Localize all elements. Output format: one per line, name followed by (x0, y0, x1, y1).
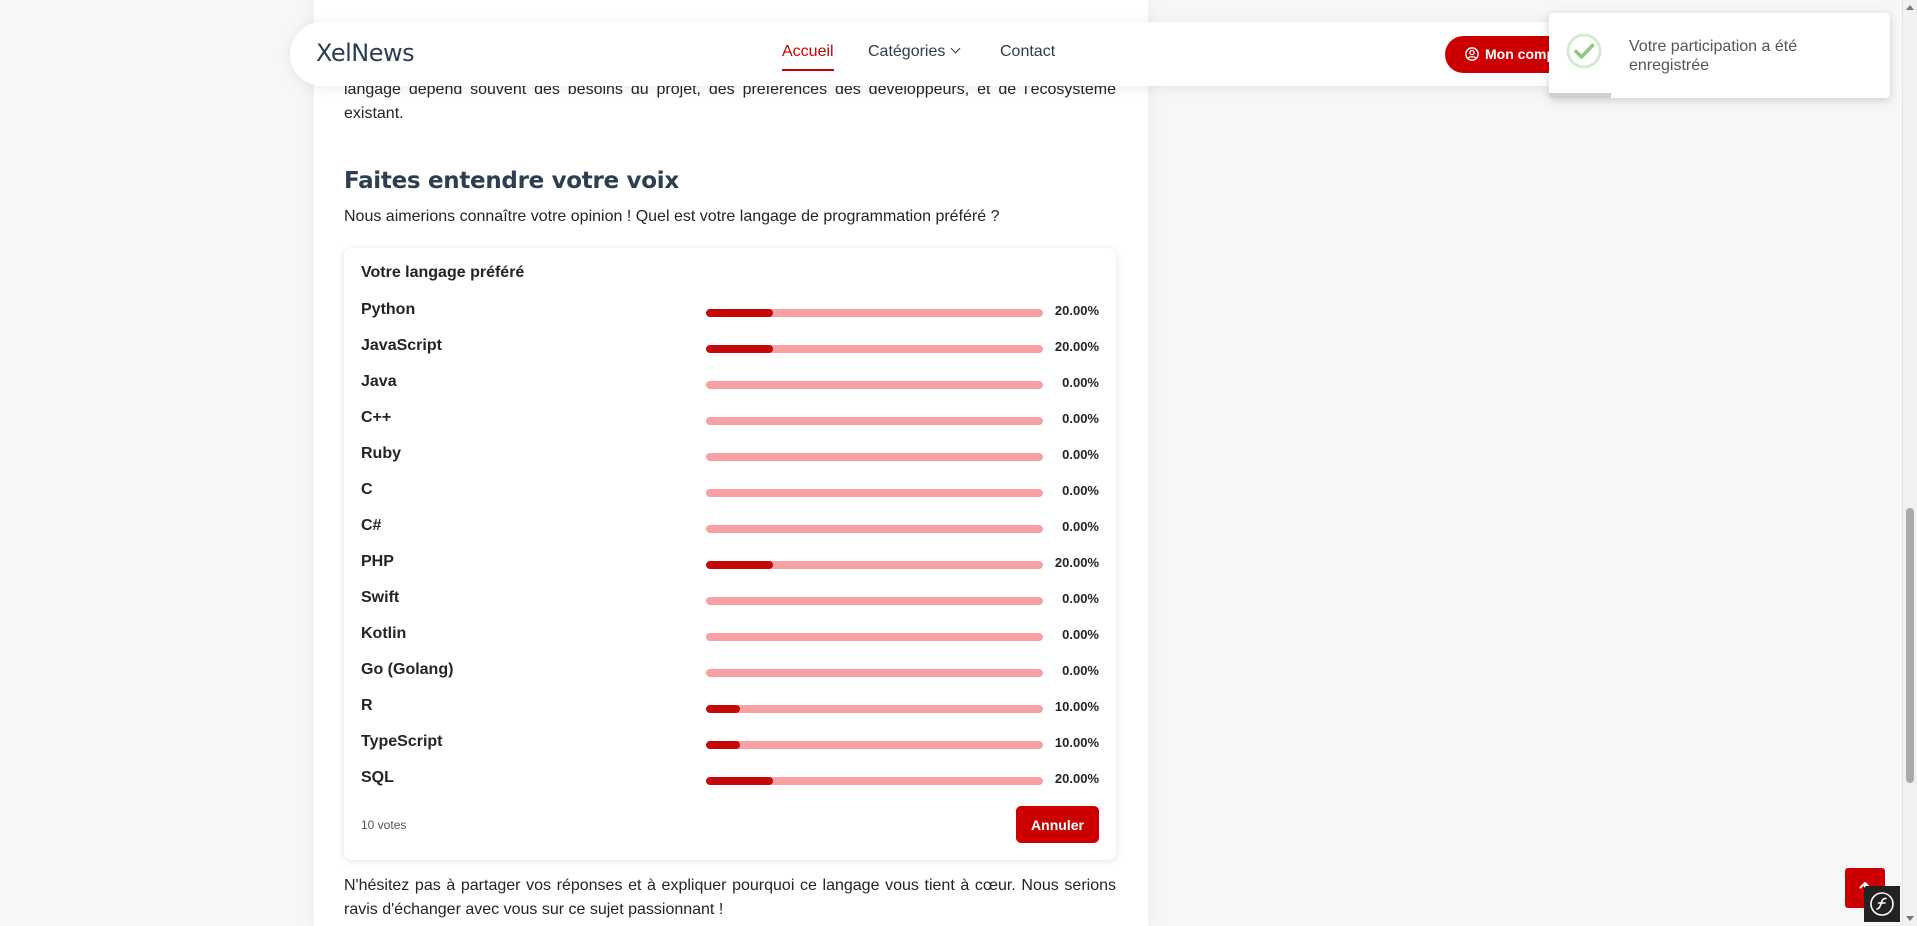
poll-option-label: Java (361, 373, 397, 390)
poll-option-row: JavaScript 20.00% (344, 330, 1116, 366)
poll-progress-track (706, 777, 1043, 785)
poll-option-row: SQL 20.00% (344, 762, 1116, 798)
poll-option-percent: 0.00% (1062, 591, 1099, 606)
user-circle-icon (1465, 47, 1479, 61)
poll-progress-track (706, 309, 1043, 317)
scroll-up-arrow-icon[interactable] (1906, 5, 1914, 10)
check-circle-icon (1566, 33, 1602, 69)
poll-option-label: Kotlin (361, 625, 407, 642)
poll-option-row: C 0.00% (344, 474, 1116, 510)
poll-option-percent: 10.00% (1054, 699, 1099, 714)
article-paragraph-bottom: N'hésitez pas à partager vos réponses et… (344, 877, 1116, 918)
poll-option-percent: 20.00% (1054, 555, 1099, 570)
nav-link-contact[interactable]: Contact (1000, 43, 1055, 61)
poll-option-label: SQL (361, 769, 394, 786)
poll-option-label: C# (361, 517, 382, 534)
poll-option-row: Java 0.00% (344, 366, 1116, 402)
poll-card: Votre langage préféré Python 20.00% JavaSc… (344, 248, 1116, 860)
poll-progress-track (706, 489, 1043, 497)
symfony-icon (1870, 892, 1894, 916)
poll-option-row: PHP 20.00% (344, 546, 1116, 582)
viewport: langage dépend souvent des besoins du pr… (0, 0, 1917, 926)
poll-option-row: Kotlin 0.00% (344, 618, 1116, 654)
poll-option-label: Python (361, 301, 416, 318)
poll-option-label: C++ (361, 409, 392, 426)
poll-option-label: R (361, 697, 373, 714)
poll-progress-track (706, 525, 1043, 533)
poll-option-percent: 10.00% (1054, 735, 1099, 750)
poll-progress-fill (706, 705, 740, 713)
section-heading: Faites entendre votre voix (344, 168, 679, 194)
chevron-down-icon (950, 43, 961, 54)
poll-option-percent: 0.00% (1062, 663, 1099, 678)
poll-option-label: JavaScript (361, 337, 442, 354)
poll-title: Votre langage préféré (361, 264, 525, 281)
poll-option-row: C++ 0.00% (344, 402, 1116, 438)
poll-progress-track (706, 597, 1043, 605)
poll-progress-track (706, 741, 1043, 749)
poll-option-row: Ruby 0.00% (344, 438, 1116, 474)
poll-progress-track (706, 561, 1043, 569)
poll-option-percent: 20.00% (1054, 771, 1099, 786)
poll-progress-fill (706, 561, 774, 569)
section-intro: Nous aimerions connaître votre opinion !… (344, 208, 1000, 225)
poll-option-percent: 0.00% (1062, 483, 1099, 498)
poll-vote-count: 10 votes (361, 818, 407, 832)
poll-progress-track (706, 345, 1043, 353)
poll-option-row: TypeScript 10.00% (344, 726, 1116, 762)
poll-option-percent: 0.00% (1062, 411, 1099, 426)
poll-progress-track (706, 417, 1043, 425)
poll-progress-fill (706, 345, 774, 353)
brand-logo[interactable]: XelNews (316, 39, 415, 67)
cancel-vote-button[interactable]: Annuler (1016, 806, 1099, 843)
success-toast[interactable]: Votre participation a été enregistrée (1549, 13, 1890, 98)
poll-progress-fill (706, 309, 774, 317)
scroll-down-arrow-icon[interactable] (1906, 916, 1914, 921)
navbar: XelNews Accueil Catégories Contact Mon c… (290, 22, 1635, 86)
poll-option-percent: 0.00% (1062, 447, 1099, 462)
poll-option-label: Go (Golang) (361, 661, 454, 678)
toast-message: Votre participation a été enregistrée (1629, 38, 1798, 74)
poll-option-label: Ruby (361, 445, 401, 462)
poll-option-label: Swift (361, 589, 400, 606)
poll-progress-track (706, 705, 1043, 713)
poll-progress-track (706, 633, 1043, 641)
poll-option-row: C# 0.00% (344, 510, 1116, 546)
article-card: langage dépend souvent des besoins du pr… (314, 0, 1148, 926)
scrollbar-thumb[interactable] (1906, 508, 1914, 783)
poll-option-label: PHP (361, 553, 394, 570)
poll-option-percent: 20.00% (1054, 303, 1099, 318)
toast-progress-bar (1549, 93, 1611, 98)
nav-link-label: Accueil (782, 43, 834, 60)
poll-progress-track (706, 669, 1043, 677)
poll-option-percent: 20.00% (1054, 339, 1099, 354)
poll-progress-track (706, 453, 1043, 461)
poll-option-row: Swift 0.00% (344, 582, 1116, 618)
poll-option-row: R 10.00% (344, 690, 1116, 726)
poll-option-percent: 0.00% (1062, 519, 1099, 534)
poll-option-percent: 0.00% (1062, 627, 1099, 642)
nav-link-label: Contact (1000, 43, 1056, 60)
poll-option-row: Go (Golang) 0.00% (344, 654, 1116, 690)
active-underline (782, 69, 834, 71)
poll-progress-fill (706, 777, 774, 785)
nav-link-categories[interactable]: Catégories (868, 43, 961, 61)
poll-option-row: Python 20.00% (344, 294, 1116, 330)
poll-option-label: TypeScript (361, 733, 443, 750)
nav-link-label: Catégories (868, 43, 946, 60)
poll-progress-track (706, 381, 1043, 389)
debug-toolbar-toggle[interactable] (1864, 886, 1900, 922)
poll-progress-fill (706, 741, 740, 749)
page-scrollbar[interactable] (1902, 0, 1917, 926)
poll-option-label: C (361, 481, 373, 498)
poll-option-percent: 0.00% (1062, 375, 1099, 390)
nav-link-accueil[interactable]: Accueil (782, 43, 834, 71)
